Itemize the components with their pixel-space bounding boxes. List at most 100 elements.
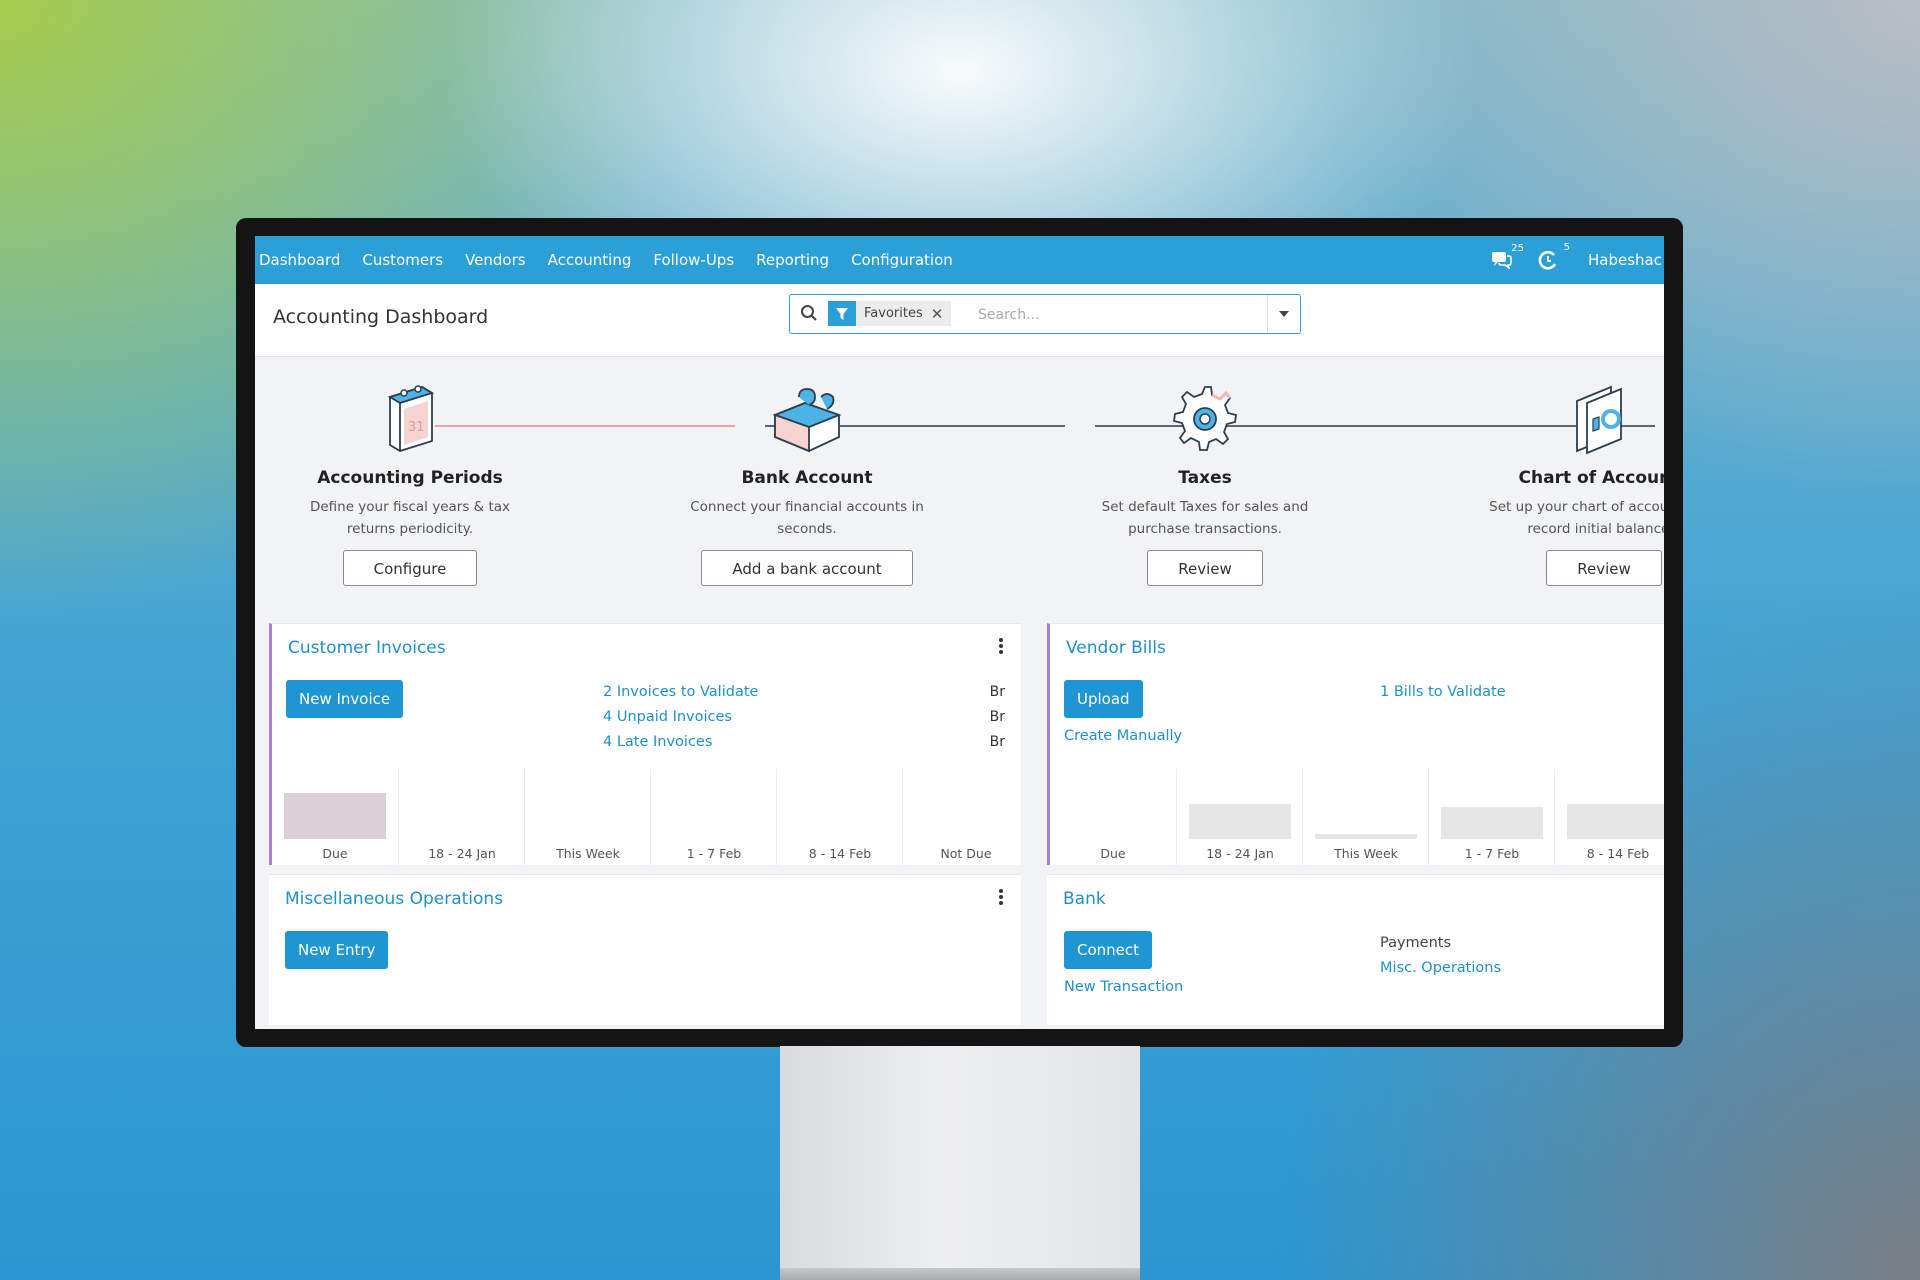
chat-icon — [1492, 252, 1512, 269]
step-chart-of-accounts: Chart of Accounts Set up your chart of a… — [1459, 377, 1664, 586]
create-manually-link[interactable]: Create Manually — [1064, 728, 1182, 744]
nav-customers[interactable]: Customers — [362, 251, 443, 269]
kebab-menu-icon[interactable] — [999, 638, 1003, 656]
configure-button[interactable]: Configure — [342, 550, 478, 586]
filter-icon — [828, 301, 856, 326]
remove-facet-icon[interactable]: ✕ — [931, 305, 952, 323]
graph-column: This Week — [524, 769, 651, 865]
user-menu[interactable]: Habeshac — [1588, 251, 1664, 269]
graph-column: 18 - 24 Jan — [398, 769, 525, 865]
graph-bar[interactable] — [284, 793, 386, 839]
search-facet: Favorites ✕ — [828, 301, 952, 326]
upload-button[interactable]: Upload — [1064, 680, 1143, 718]
step-description: Connect your financial accounts in secon… — [690, 499, 924, 537]
navbar-systray: 25 5 Habeshac — [1490, 236, 1664, 284]
unpaid-invoices-link[interactable]: 4 Unpaid Invoices — [603, 709, 732, 725]
messages-button[interactable]: 25 — [1490, 243, 1524, 269]
onboarding-panel: 31 Accounting Periods Define your fiscal… — [255, 357, 1664, 624]
puzzle-piece-icon — [772, 388, 842, 453]
search-input[interactable] — [976, 303, 1260, 327]
step-bank-account: Bank Account Connect your financial acco… — [662, 377, 952, 586]
nav-dashboard[interactable]: Dashboard — [259, 251, 340, 269]
app-screen: Dashboard Customers Vendors Accounting F… — [255, 236, 1664, 1029]
graph-column: Due — [272, 769, 398, 865]
add-bank-account-button[interactable]: Add a bank account — [701, 550, 913, 586]
card-title[interactable]: Vendor Bills — [1066, 638, 1166, 658]
connect-button[interactable]: Connect — [1064, 931, 1153, 969]
graph-column: 18 - 24 Jan — [1176, 769, 1303, 865]
nav-vendors[interactable]: Vendors — [465, 251, 526, 269]
nav-accounting[interactable]: Accounting — [548, 251, 632, 269]
graph-label: 1 - 7 Feb — [686, 846, 742, 861]
nav-reporting[interactable]: Reporting — [756, 251, 829, 269]
graph-label: 8 - 14 Feb — [808, 846, 872, 861]
dashboard-cards: Customer Invoices New Invoice 2 Invoices… — [255, 623, 1664, 1029]
new-entry-button[interactable]: New Entry — [285, 931, 389, 969]
svg-text:31: 31 — [408, 420, 425, 435]
messages-count-badge: 25 — [1511, 243, 1524, 254]
step-description: Set up your chart of accounts and record… — [1489, 499, 1664, 537]
graph-label: Due — [322, 846, 348, 861]
control-panel: Accounting Dashboard Favorites ✕ — [255, 284, 1664, 357]
facet-label: Favorites — [864, 306, 923, 321]
misc-operations-card: Miscellaneous Operations New Entry — [269, 874, 1021, 1025]
search-icon[interactable] — [800, 304, 818, 326]
graph-column: 1 - 7 Feb — [650, 769, 777, 865]
nav-configuration[interactable]: Configuration — [851, 251, 953, 269]
kebab-menu-icon[interactable] — [999, 889, 1003, 907]
customer-invoices-graph[interactable]: Due 18 - 24 Jan This Week 1 - 7 Feb 8 - 14 F… — [272, 769, 1021, 865]
amount-unpaid: Br — [989, 709, 1005, 725]
card-title[interactable]: Bank — [1063, 889, 1106, 909]
step-title: Taxes — [1178, 468, 1232, 488]
monitor-stand-base — [780, 1268, 1140, 1280]
graph-label: Not Due — [940, 846, 992, 861]
graph-column: 8 - 14 Feb — [1554, 769, 1664, 865]
vendor-bills-graph[interactable]: Due 18 - 24 Jan This Week 1 - 7 Feb 8 - 14 F… — [1050, 769, 1664, 865]
calendar-icon: 31 — [387, 385, 435, 452]
activities-button[interactable]: 5 — [1538, 242, 1570, 270]
card-title[interactable]: Customer Invoices — [288, 638, 446, 658]
customer-invoices-card: Customer Invoices New Invoice 2 Invoices… — [269, 623, 1021, 865]
amount-late: Br — [989, 734, 1005, 750]
bank-card: Bank Connect New Transaction Payments Mi… — [1047, 874, 1664, 1025]
bills-to-validate-link[interactable]: 1 Bills to Validate — [1380, 684, 1506, 700]
graph-bar[interactable] — [1441, 807, 1543, 839]
activities-count-badge: 5 — [1563, 242, 1570, 253]
card-title[interactable]: Miscellaneous Operations — [285, 889, 503, 909]
search-box: Favorites ✕ — [789, 294, 1301, 334]
page-title: Accounting Dashboard — [273, 306, 489, 328]
gear-icon — [1172, 386, 1238, 451]
step-description: Define your fiscal years & tax returns p… — [309, 499, 511, 537]
new-invoice-button[interactable]: New Invoice — [286, 680, 404, 718]
new-transaction-link[interactable]: New Transaction — [1064, 979, 1183, 995]
monitor-stand — [780, 1046, 1140, 1280]
search-options-toggle[interactable] — [1267, 295, 1300, 333]
nav-follow-ups[interactable]: Follow-Ups — [653, 251, 734, 269]
step-accounting-periods: 31 Accounting Periods Define your fiscal… — [265, 377, 555, 586]
invoices-to-validate-link[interactable]: 2 Invoices to Validate — [603, 684, 758, 700]
step-taxes: Taxes Set default Taxes for sales and pu… — [1060, 377, 1350, 586]
graph-bar[interactable] — [1315, 834, 1417, 839]
clock-icon — [1538, 250, 1557, 270]
graph-label: 1 - 7 Feb — [1464, 846, 1520, 861]
graph-column: 8 - 14 Feb — [776, 769, 903, 865]
review-chart-of-accounts-button[interactable]: Review — [1546, 550, 1662, 586]
graph-label: 18 - 24 Jan — [1206, 846, 1274, 861]
misc-operations-link[interactable]: Misc. Operations — [1380, 960, 1501, 976]
payments-label: Payments — [1380, 935, 1452, 951]
step-description: Set default Taxes for sales and purchase… — [1101, 499, 1309, 537]
graph-column: Not Due — [902, 769, 1029, 865]
caret-down-icon — [1279, 311, 1289, 317]
vendor-bills-card: Vendor Bills Upload Create Manually 1 Bi… — [1047, 623, 1664, 865]
graph-label: This Week — [1334, 846, 1398, 861]
late-invoices-link[interactable]: 4 Late Invoices — [603, 734, 712, 750]
graph-label: 8 - 14 Feb — [1586, 846, 1650, 861]
top-navbar: Dashboard Customers Vendors Accounting F… — [255, 236, 1664, 284]
step-title: Bank Account — [741, 468, 873, 488]
chart-document-icon — [1576, 385, 1622, 455]
graph-bar[interactable] — [1189, 804, 1291, 839]
graph-bar[interactable] — [1567, 804, 1664, 839]
amount-to-validate: Br — [989, 684, 1005, 700]
graph-label: 18 - 24 Jan — [428, 846, 496, 861]
review-taxes-button[interactable]: Review — [1147, 550, 1263, 586]
